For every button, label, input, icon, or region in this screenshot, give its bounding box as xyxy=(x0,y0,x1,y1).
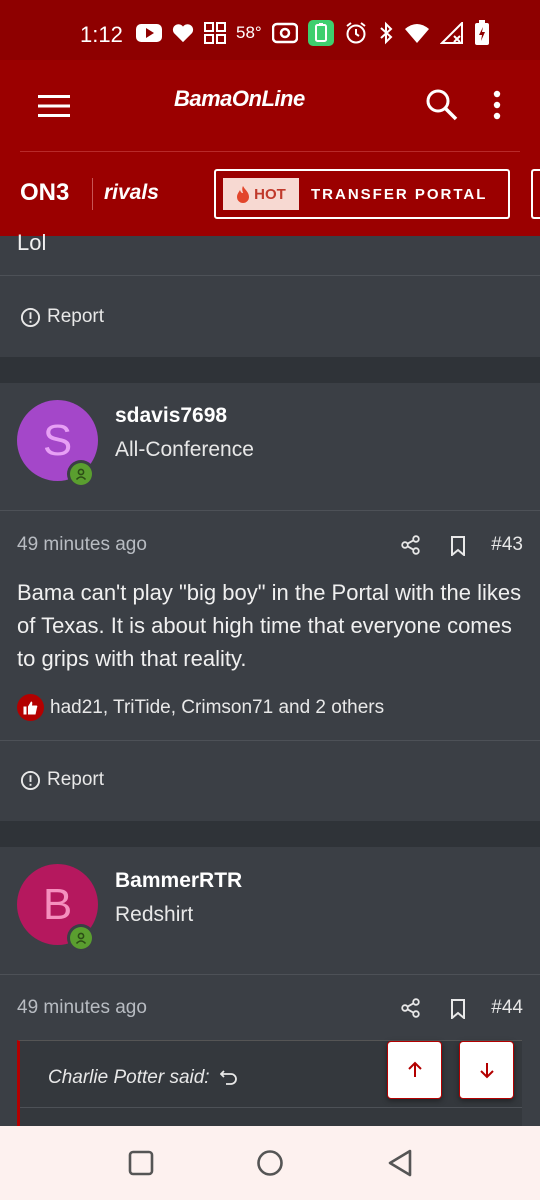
alarm-icon xyxy=(346,22,366,44)
battery-saver-icon xyxy=(307,20,334,46)
online-status-icon xyxy=(67,924,95,952)
divider xyxy=(0,275,540,276)
bookmark-icon[interactable] xyxy=(450,536,466,556)
youtube-icon xyxy=(136,24,162,42)
site-logo[interactable]: BamaOnLine xyxy=(174,86,305,112)
temperature-text: 58° xyxy=(236,23,262,42)
arrow-up-icon xyxy=(407,1061,422,1077)
previous-post-card: Lol Report xyxy=(0,230,540,357)
username[interactable]: BammerRTR xyxy=(115,869,242,893)
scroll-down-button[interactable] xyxy=(459,1041,514,1099)
bookmark-icon[interactable] xyxy=(450,999,466,1019)
status-time: 1:12 xyxy=(80,22,123,47)
avatar-letter: S xyxy=(42,415,73,465)
user-rank: All-Conference xyxy=(115,438,254,461)
post-card: S sdavis7698 All-Conference 49 minutes a… xyxy=(0,383,540,821)
share-icon[interactable] xyxy=(401,535,421,555)
grid-icon xyxy=(204,22,226,44)
go-to-quote-icon[interactable] xyxy=(219,1069,238,1087)
transfer-portal-label: TRANSFER PORTAL xyxy=(311,185,488,203)
post-timestamp[interactable]: 49 minutes ago xyxy=(17,997,147,1019)
quote-author-label: Charlie Potter said: xyxy=(48,1067,210,1088)
status-icons: 58° xyxy=(136,20,490,46)
alert-circle-icon xyxy=(20,770,41,790)
reactions-text: had21, TriTide, Crimson71 and 2 others xyxy=(50,696,385,718)
hotspot-icon xyxy=(271,22,298,44)
report-label: Report xyxy=(47,306,105,327)
divider xyxy=(0,974,540,975)
quote-author[interactable]: Charlie Potter said: xyxy=(48,1067,238,1089)
wifi-icon xyxy=(404,24,429,43)
divider xyxy=(0,740,540,741)
system-navigation-bar xyxy=(0,1126,540,1200)
share-icon[interactable] xyxy=(401,998,421,1018)
post-body: Bama can't play "big boy" in the Portal … xyxy=(17,580,522,671)
bluetooth-icon xyxy=(380,21,393,45)
post-number[interactable]: #43 xyxy=(491,534,523,556)
heart-icon xyxy=(172,24,194,43)
hot-badge: HOT xyxy=(223,178,299,210)
logo-divider xyxy=(92,178,93,210)
arrow-down-icon xyxy=(479,1063,494,1079)
user-rank: Redshirt xyxy=(115,903,194,926)
divider xyxy=(20,1107,522,1108)
back-icon[interactable] xyxy=(386,1148,414,1178)
header-divider xyxy=(20,151,520,152)
next-nav-button[interactable] xyxy=(531,169,540,219)
rivals-logo[interactable]: rivals xyxy=(104,181,159,205)
hot-label: HOT xyxy=(254,185,286,203)
post-timestamp[interactable]: 49 minutes ago xyxy=(17,534,147,556)
report-button[interactable]: Report xyxy=(20,769,104,791)
thumbs-up-icon xyxy=(17,694,44,721)
divider xyxy=(0,510,540,511)
username[interactable]: sdavis7698 xyxy=(115,404,227,428)
report-label: Report xyxy=(47,769,105,790)
status-bar: 1:12 58° xyxy=(0,0,540,60)
report-button[interactable]: Report xyxy=(20,306,104,328)
hamburger-menu-icon[interactable] xyxy=(38,95,70,117)
quote-block: Charlie Potter said: xyxy=(17,1040,522,1130)
previous-post-text: Lol xyxy=(17,230,47,255)
search-icon[interactable] xyxy=(425,88,459,122)
home-icon[interactable] xyxy=(256,1149,284,1177)
online-status-icon xyxy=(67,460,95,488)
recents-icon[interactable] xyxy=(128,1150,154,1176)
flame-icon xyxy=(237,186,250,203)
more-options-icon[interactable] xyxy=(492,90,502,120)
reactions-summary[interactable]: had21, TriTide, Crimson71 and 2 others xyxy=(17,694,384,721)
signal-icon xyxy=(439,22,463,44)
on3-logo[interactable]: ON3 xyxy=(20,179,69,207)
battery-charging-icon xyxy=(474,20,489,45)
scroll-up-button[interactable] xyxy=(387,1041,442,1099)
post-number[interactable]: #44 xyxy=(491,997,523,1019)
avatar-letter: B xyxy=(42,879,73,929)
transfer-portal-button[interactable]: HOT TRANSFER PORTAL xyxy=(214,169,510,219)
alert-circle-icon xyxy=(20,307,41,327)
